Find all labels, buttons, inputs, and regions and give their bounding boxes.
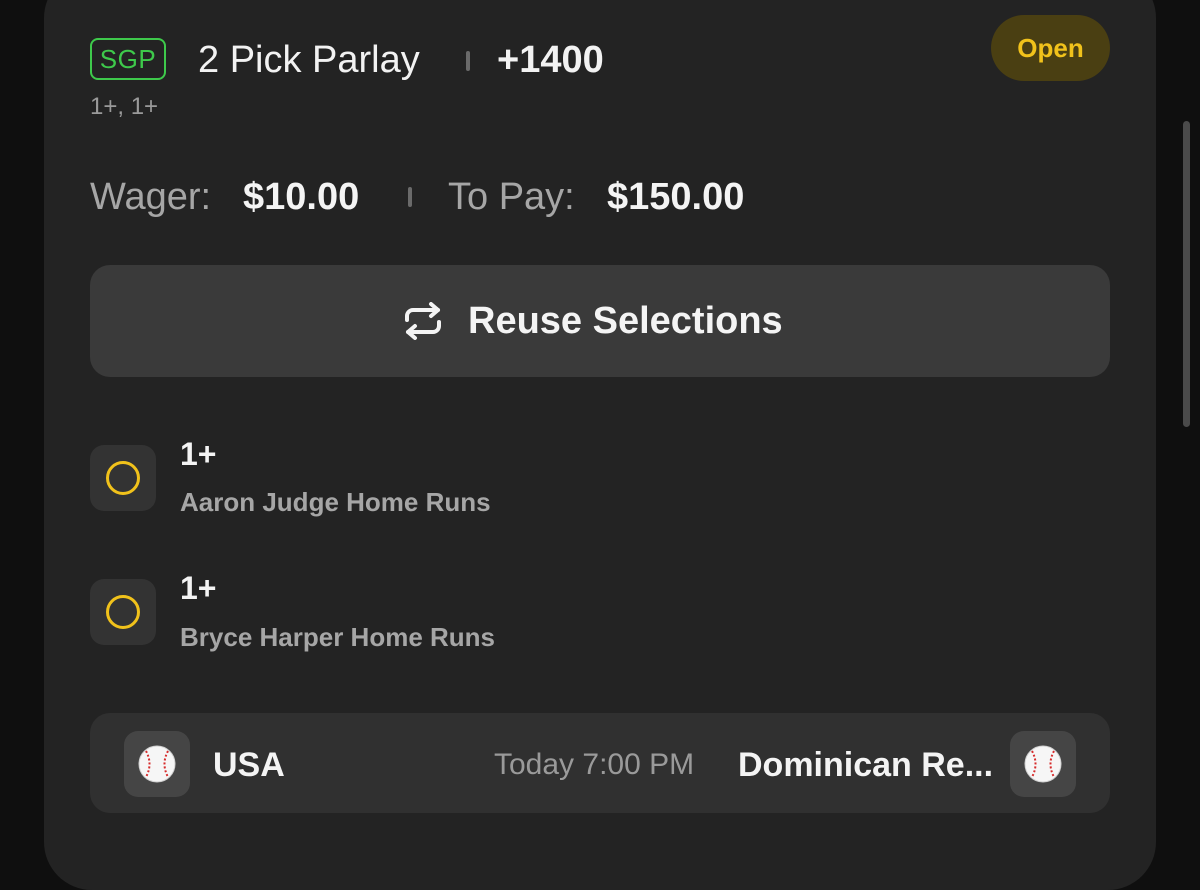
leg-market: Aaron Judge Home Runs (180, 487, 491, 517)
wager-label: Wager: (90, 176, 212, 218)
scrollbar[interactable] (1183, 121, 1190, 427)
home-team-logo (124, 731, 190, 797)
pending-circle-icon (106, 595, 140, 629)
to-pay-label: To Pay: (448, 176, 575, 218)
title-divider (466, 51, 470, 71)
sgp-badge: SGP (90, 38, 166, 80)
repeat-icon (405, 302, 441, 340)
status-badge: Open (991, 15, 1110, 81)
bet-subtitle: 1+, 1+ (90, 93, 159, 120)
leg-line: 1+ (180, 436, 217, 472)
baseball-icon (1024, 745, 1062, 783)
baseball-icon (138, 745, 176, 783)
bet-odds: +1400 (497, 39, 604, 81)
reuse-selections-label: Reuse Selections (468, 300, 783, 342)
wager-value: $10.00 (243, 176, 360, 218)
away-team-logo (1010, 731, 1076, 797)
leg-market: Bryce Harper Home Runs (180, 622, 495, 652)
leg-line: 1+ (180, 570, 217, 606)
to-pay-value: $150.00 (607, 176, 745, 218)
game-time: Today 7:00 PM (494, 748, 695, 781)
home-team-name: USA (213, 746, 285, 784)
away-team-name: Dominican Re... (738, 746, 994, 784)
wager-divider (408, 187, 412, 207)
leg-status-box (90, 579, 156, 645)
leg-status-box (90, 445, 156, 511)
pending-circle-icon (106, 461, 140, 495)
bet-title: 2 Pick Parlay (198, 39, 420, 81)
